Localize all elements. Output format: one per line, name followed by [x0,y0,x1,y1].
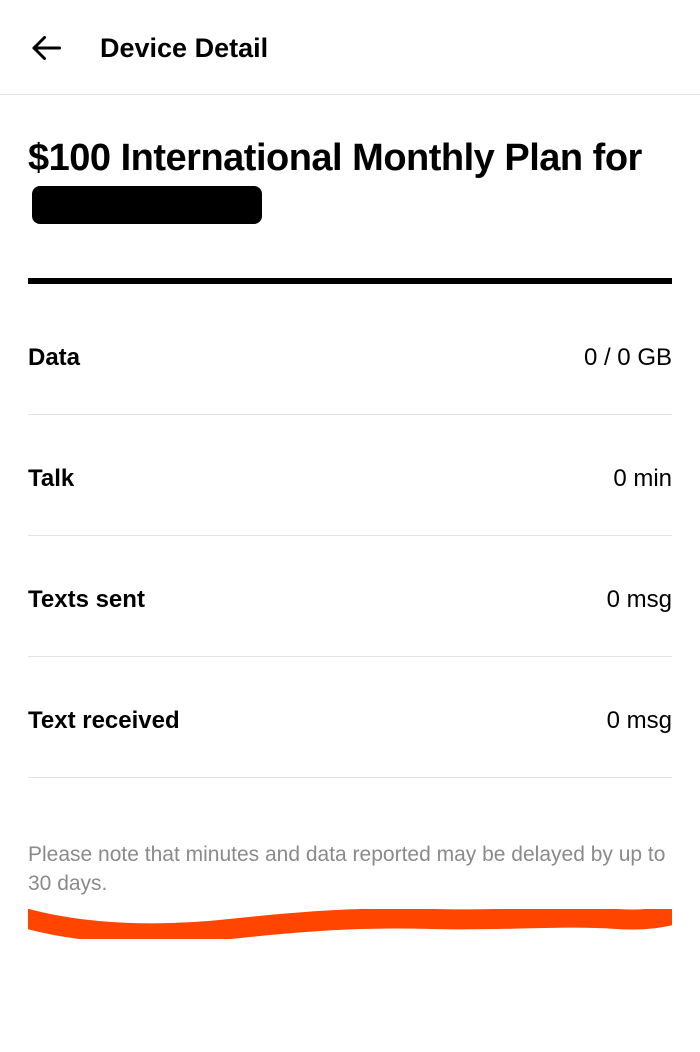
content: $100 International Monthly Plan for Data… [0,95,700,939]
usage-label: Talk [28,465,74,493]
usage-value: 0 msg [607,586,672,614]
usage-value: 0 / 0 GB [584,344,672,372]
usage-row-texts-sent: Texts sent 0 msg [28,536,672,657]
plan-title: $100 International Monthly Plan for [28,135,672,230]
usage-label: Texts sent [28,586,145,614]
usage-label: Text received [28,707,180,735]
page-title: Device Detail [100,33,268,64]
usage-value: 0 min [613,465,672,493]
header: Device Detail [0,0,700,95]
usage-row-text-received: Text received 0 msg [28,657,672,778]
usage-row-talk: Talk 0 min [28,415,672,536]
plan-title-text: $100 International Monthly Plan for [28,137,642,179]
usage-list: Data 0 / 0 GB Talk 0 min Texts sent 0 ms… [28,294,672,778]
usage-value: 0 msg [607,707,672,735]
back-icon[interactable] [28,30,64,66]
divider-thick [28,278,672,284]
usage-label: Data [28,344,80,372]
redacted-name [32,186,262,224]
orange-underline-annotation [28,909,672,939]
usage-row-data: Data 0 / 0 GB [28,294,672,415]
disclaimer-text: Please note that minutes and data report… [28,840,672,899]
